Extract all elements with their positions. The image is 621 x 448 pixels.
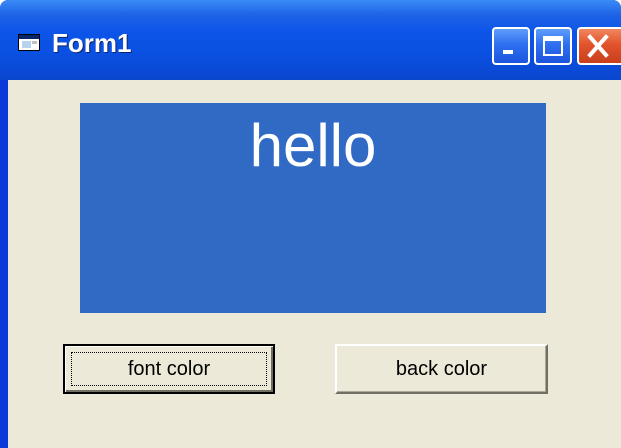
maximize-button[interactable] (534, 27, 572, 65)
close-icon (587, 34, 609, 58)
form-window-icon[interactable] (18, 34, 40, 51)
font-color-button[interactable]: font color (63, 344, 275, 394)
maximize-icon (543, 36, 563, 56)
back-color-button-label: back color (395, 358, 488, 380)
label-text: hello (249, 112, 377, 179)
font-color-button-label: font color (127, 358, 211, 380)
title-bar[interactable]: Form1 (0, 0, 621, 80)
close-button[interactable] (577, 27, 621, 65)
minimize-icon (503, 50, 513, 54)
minimize-button[interactable] (492, 27, 530, 65)
app-window: Form1 hello font color back color (0, 0, 621, 448)
form-client-area: hello font color back color (8, 80, 621, 448)
window-title: Form1 (52, 28, 132, 58)
hello-label: hello (80, 103, 546, 313)
back-color-button[interactable]: back color (335, 344, 548, 394)
